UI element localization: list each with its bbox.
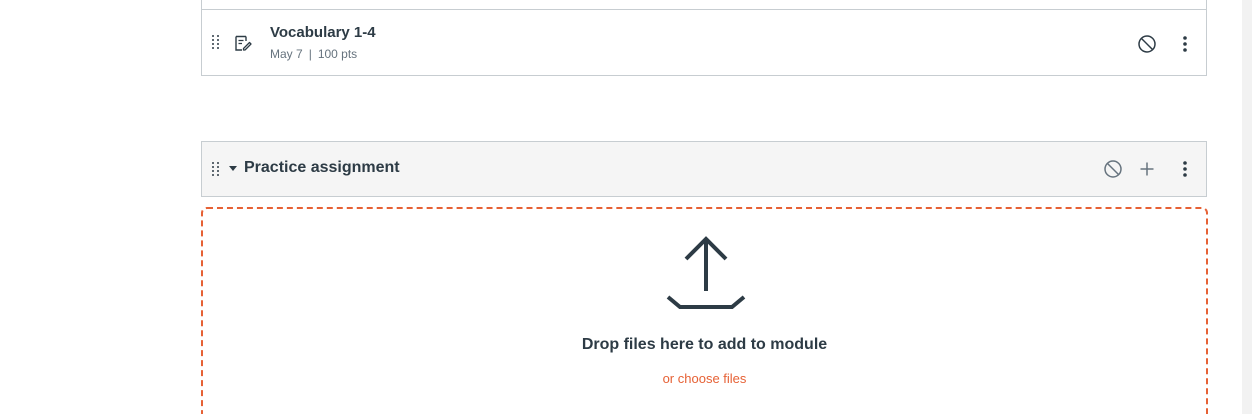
- divider: [202, 9, 1206, 10]
- assignment-icon: [235, 35, 252, 51]
- modules-page: Vocabulary 1-4 May 7 | 100 pts Practice as…: [0, 0, 1252, 414]
- caret-down-icon[interactable]: [229, 166, 237, 171]
- module-title[interactable]: Practice assignment: [244, 159, 400, 177]
- points: 100 pts: [317, 47, 358, 61]
- dropzone-message: Drop files here to add to module: [581, 336, 828, 353]
- due-date: May 7: [270, 47, 303, 61]
- scrollbar[interactable]: [1242, 0, 1252, 414]
- module-item-meta: May 7 | 100 pts: [270, 47, 357, 61]
- kebab-menu-icon[interactable]: [1174, 33, 1196, 55]
- unpublished-icon[interactable]: [1102, 158, 1124, 180]
- kebab-menu-icon[interactable]: [1174, 158, 1196, 180]
- unpublished-icon[interactable]: [1136, 33, 1158, 55]
- choose-files-link-wrap: or choose files: [203, 371, 1206, 386]
- upload-icon: [666, 236, 746, 309]
- meta-separator: |: [308, 47, 312, 61]
- choose-files-link[interactable]: or choose files: [663, 371, 747, 386]
- module-item-row[interactable]: Vocabulary 1-4 May 7 | 100 pts: [201, 0, 1207, 76]
- module-header[interactable]: Practice assignment: [201, 141, 1207, 197]
- drag-handle-icon[interactable]: [212, 162, 220, 178]
- drag-handle-icon[interactable]: [212, 35, 220, 51]
- file-dropzone[interactable]: Drop files here to add to module or choo…: [201, 207, 1208, 414]
- module-item-title[interactable]: Vocabulary 1-4: [270, 24, 376, 41]
- plus-icon[interactable]: [1136, 158, 1158, 180]
